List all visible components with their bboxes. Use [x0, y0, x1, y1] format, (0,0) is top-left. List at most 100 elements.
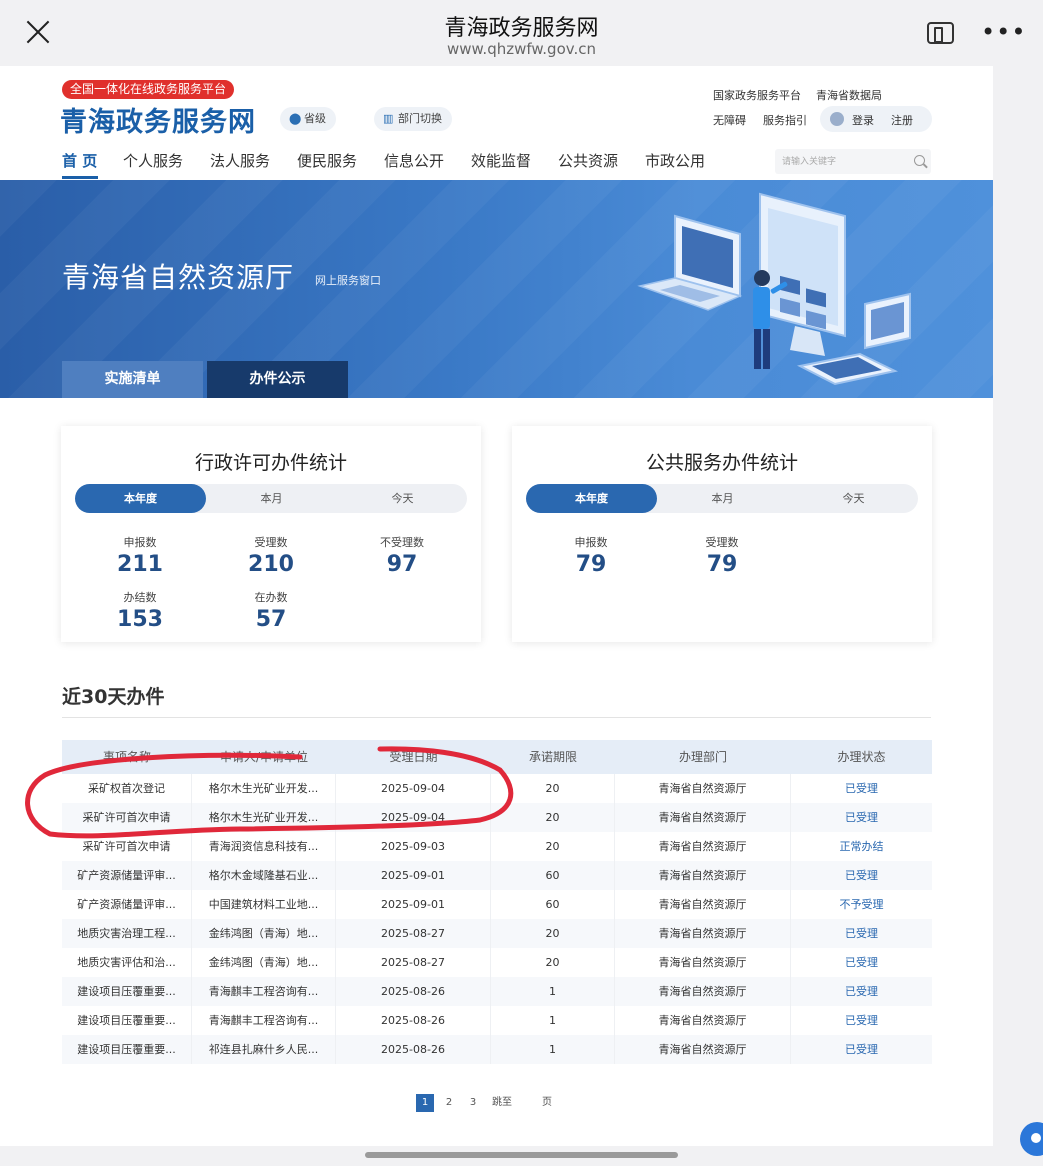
nav-convenience[interactable]: 便民服务 — [297, 150, 357, 171]
col-item-name: 事项名称 — [102, 750, 151, 764]
jump-to-label: 跳至 — [492, 1097, 512, 1108]
tab-implementation-list[interactable]: 实施清单 — [62, 361, 203, 398]
cell-deadline: 20 — [491, 774, 615, 803]
register-link[interactable]: 注册 — [891, 112, 913, 128]
admin-license-stats-card: 行政许可办件统计 本年度 本月 今天 申报数 211 受理数 210 不受理数 … — [61, 426, 481, 642]
nav-home[interactable]: 首 页 — [62, 150, 97, 171]
cell-status[interactable]: 已受理 — [791, 919, 932, 948]
col-accept-date: 受理日期 — [389, 750, 438, 764]
cell-applicant: 中国建筑材料工业地... — [192, 890, 336, 919]
data-bureau-link[interactable]: 青海省数据局 — [816, 87, 882, 103]
cell-status[interactable]: 已受理 — [791, 861, 932, 890]
page-1-button[interactable]: 1 — [416, 1094, 434, 1112]
period-today[interactable]: 今天 — [337, 484, 468, 513]
table-row[interactable]: 建设项目压覆重要... 青海麒丰工程咨询有... 2025-08-26 1 青海省自然资… — [62, 977, 932, 1006]
floating-assistant-icon[interactable] — [1020, 1122, 1043, 1156]
table-row[interactable]: 矿产资源储量评审... 格尔木金域隆基石业... 2025-09-01 60 青海省自然… — [62, 861, 932, 890]
public-service-stats-card: 公共服务办件统计 本年度 本月 今天 申报数 79 受理数 79 — [512, 426, 932, 642]
nav-active-indicator — [62, 176, 98, 179]
dept-switch-label: 部门切换 — [398, 112, 442, 125]
table-row[interactable]: 采矿许可首次申请 青海润资信息科技有... 2025-09-03 20 青海省自然资源厅… — [62, 832, 932, 861]
dept-switch-button[interactable]: ▥ 部门切换 — [374, 107, 452, 131]
cell-department: 青海省自然资源厅 — [615, 948, 791, 977]
cell-status[interactable]: 已受理 — [791, 774, 932, 803]
nav-info-disclosure[interactable]: 信息公开 — [384, 150, 444, 171]
cell-deadline: 1 — [491, 1035, 615, 1064]
browser-page-title: 青海政务服务网 — [444, 16, 599, 41]
jump-page-input[interactable] — [518, 1095, 538, 1111]
cell-deadline: 1 — [491, 1006, 615, 1035]
accessibility-link[interactable]: 无障碍 — [713, 112, 746, 128]
service-guide-link[interactable]: 服务指引 — [763, 112, 807, 128]
cell-applicant: 祁连县扎麻什乡人民... — [192, 1035, 336, 1064]
cell-item-name: 矿产资源储量评审... — [62, 861, 192, 890]
computer-illustration — [637, 192, 911, 386]
location-pin-icon: ⬤ — [289, 112, 302, 125]
stat-completed: 办结数 153 — [75, 589, 205, 632]
cell-status[interactable]: 已受理 — [791, 803, 932, 832]
period-this-month[interactable]: 本月 — [206, 484, 337, 513]
window-switch-icon[interactable] — [927, 22, 954, 44]
cell-applicant: 青海麒丰工程咨询有... — [192, 1006, 336, 1035]
cell-item-name: 建设项目压覆重要... — [62, 1035, 192, 1064]
cell-item-name: 地质灾害治理工程... — [62, 919, 192, 948]
table-row[interactable]: 建设项目压覆重要... 祁连县扎麻什乡人民... 2025-08-26 1 青海省自然资… — [62, 1035, 932, 1064]
nav-municipal[interactable]: 市政公用 — [645, 150, 705, 171]
cell-status[interactable]: 已受理 — [791, 1035, 932, 1064]
cell-status[interactable]: 已受理 — [791, 948, 932, 977]
cell-department: 青海省自然资源厅 — [615, 832, 791, 861]
col-department: 办理部门 — [678, 750, 727, 764]
more-options-icon[interactable]: ••• — [981, 20, 1026, 44]
recent-cases-table: 事项名称 申请人/申请单位 受理日期 承诺期限 办理部门 办理状态 采矿权首次登… — [62, 740, 932, 1064]
table-row[interactable]: 矿产资源储量评审... 中国建筑材料工业地... 2025-09-01 60 青海省自然… — [62, 890, 932, 919]
cell-status[interactable]: 已受理 — [791, 977, 932, 1006]
cell-deadline: 60 — [491, 890, 615, 919]
platform-badge[interactable]: 全国一体化在线政务服务平台 — [62, 80, 235, 99]
table-row[interactable]: 地质灾害治理工程... 金纬鸿图（青海）地... 2025-08-27 20 青海省自然… — [62, 919, 932, 948]
page: 全国一体化在线政务服务平台 青海政务服务网 ⬤ 省级 ▥ 部门切换 国家政务服务… — [0, 66, 993, 1146]
table-row[interactable]: 采矿权首次登记 格尔木生光矿业开发... 2025-09-04 20 青海省自然资源厅已… — [62, 774, 932, 803]
national-platform-link[interactable]: 国家政务服务平台 — [713, 87, 801, 103]
cell-applicant: 青海麒丰工程咨询有... — [192, 977, 336, 1006]
cell-applicant: 格尔木生光矿业开发... — [192, 774, 336, 803]
nav-legal-person[interactable]: 法人服务 — [210, 150, 270, 171]
stat-rejected: 不受理数 97 — [337, 534, 467, 577]
stat-label: 申报数 — [574, 536, 608, 549]
stat-value: 210 — [248, 552, 294, 577]
stat-accepted: 受理数 79 — [657, 534, 787, 577]
building-icon: ▥ — [383, 112, 394, 125]
cell-status[interactable]: 正常办结 — [791, 832, 932, 861]
cell-item-name: 采矿许可首次申请 — [62, 803, 192, 832]
period-this-year[interactable]: 本年度 — [75, 484, 206, 513]
site-logo[interactable]: 青海政务服务网 — [60, 100, 256, 139]
tab-case-publicity[interactable]: 办件公示 — [207, 361, 348, 398]
cell-applicant: 格尔木金域隆基石业... — [192, 861, 336, 890]
table-row[interactable]: 地质灾害评估和治... 金纬鸿图（青海）地... 2025-08-27 20 青海省自然… — [62, 948, 932, 977]
login-bar — [820, 106, 932, 132]
period-today[interactable]: 今天 — [788, 484, 919, 513]
table-row[interactable]: 采矿许可首次申请 格尔木生光矿业开发... 2025-09-04 20 青海省自然资源厅… — [62, 803, 932, 832]
cell-accept-date: 2025-08-26 — [336, 977, 491, 1006]
search-input[interactable] — [775, 149, 905, 174]
page-3-button[interactable]: 3 — [464, 1094, 482, 1112]
login-link[interactable]: 登录 — [852, 112, 874, 128]
cell-status[interactable]: 不予受理 — [791, 890, 932, 919]
cell-deadline: 20 — [491, 803, 615, 832]
browser-url[interactable]: www.qhzwfw.gov.cn — [0, 40, 1043, 58]
nav-public-resources[interactable]: 公共资源 — [558, 150, 618, 171]
period-this-month[interactable]: 本月 — [657, 484, 788, 513]
nav-supervision[interactable]: 效能监督 — [471, 150, 531, 171]
table-row[interactable]: 建设项目压覆重要... 青海麒丰工程咨询有... 2025-08-26 1 青海省自然资… — [62, 1006, 932, 1035]
region-selector[interactable]: ⬤ 省级 — [280, 107, 336, 131]
cell-item-name: 采矿许可首次申请 — [62, 832, 192, 861]
cell-accept-date: 2025-08-27 — [336, 919, 491, 948]
period-this-year[interactable]: 本年度 — [526, 484, 657, 513]
search-icon[interactable] — [914, 155, 925, 166]
cell-status[interactable]: 已受理 — [791, 1006, 932, 1035]
page-2-button[interactable]: 2 — [440, 1094, 458, 1112]
card-title: 公共服务办件统计 — [645, 452, 798, 474]
cell-item-name: 矿产资源储量评审... — [62, 890, 192, 919]
user-avatar-icon — [830, 112, 844, 126]
nav-personal[interactable]: 个人服务 — [123, 150, 183, 171]
cell-accept-date: 2025-08-27 — [336, 948, 491, 977]
